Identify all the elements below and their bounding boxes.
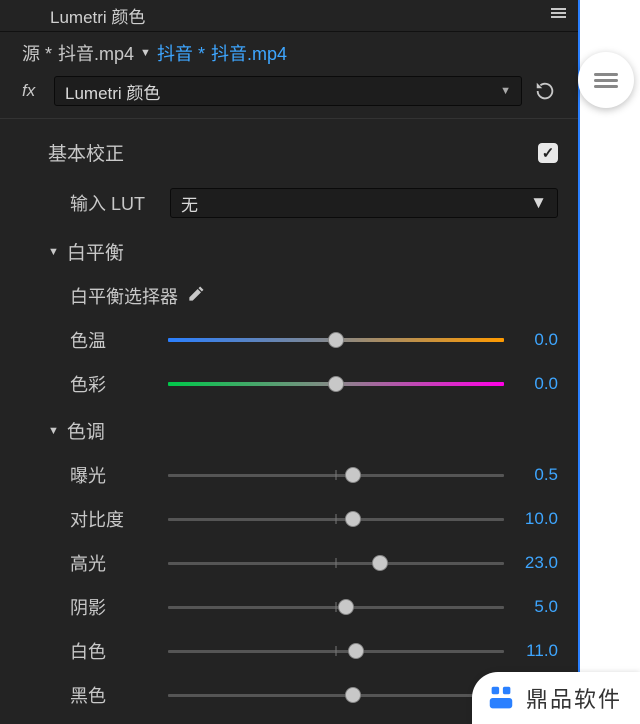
slider-knob[interactable]: [372, 555, 388, 571]
temperature-label: 色温: [70, 327, 160, 353]
highlights-label: 高光: [70, 550, 160, 576]
slider-knob[interactable]: [348, 643, 364, 659]
slider-knob[interactable]: [345, 467, 361, 483]
whites-value[interactable]: 11.0: [512, 641, 558, 661]
slider-knob[interactable]: [328, 376, 344, 392]
contrast-row: 对比度 10.0: [0, 488, 578, 532]
slider-track: [168, 562, 504, 565]
slider-track: [168, 606, 504, 609]
divider: [0, 118, 578, 119]
tint-value[interactable]: 0.0: [512, 374, 558, 394]
watermark: 鼎品软件: [472, 672, 640, 724]
effect-name: Lumetri 颜色: [65, 79, 160, 104]
lut-select[interactable]: 无 ▼: [170, 188, 558, 218]
master-prefix[interactable]: 抖音 *: [157, 40, 205, 66]
contrast-label: 对比度: [70, 506, 160, 532]
wb-picker-row: 白平衡选择器: [0, 265, 578, 309]
contrast-slider[interactable]: [168, 507, 504, 531]
chevron-down-icon: ▼: [48, 246, 59, 258]
fx-badge[interactable]: fx: [22, 81, 44, 101]
chevron-down-icon[interactable]: ▼: [140, 47, 151, 59]
slider-knob[interactable]: [328, 332, 344, 348]
whites-slider[interactable]: [168, 639, 504, 663]
shadows-row: 阴影 5.0: [0, 576, 578, 620]
slider-track: [168, 474, 504, 477]
basic-title: 基本校正: [48, 139, 124, 166]
highlights-slider[interactable]: [168, 551, 504, 575]
lut-value: 无: [181, 191, 198, 216]
wb-picker-label: 白平衡选择器: [70, 283, 178, 309]
shadows-label: 阴影: [70, 594, 160, 620]
highlights-row: 高光 23.0: [0, 532, 578, 576]
temperature-value[interactable]: 0.0: [512, 330, 558, 350]
lut-label: 输入 LUT: [70, 190, 160, 216]
reset-icon: [534, 80, 556, 102]
shadows-slider[interactable]: [168, 595, 504, 619]
source-clip-name[interactable]: 抖音.mp4: [58, 40, 134, 66]
contrast-value[interactable]: 10.0: [512, 509, 558, 529]
lut-row: 输入 LUT 无 ▼: [0, 170, 578, 218]
tone-group-header[interactable]: ▼ 色调: [0, 397, 578, 444]
temperature-row: 色温 0.0: [0, 309, 578, 353]
slider-knob[interactable]: [345, 687, 361, 703]
basic-correction-header[interactable]: 基本校正 ✓: [0, 127, 578, 170]
basic-enable-toggle[interactable]: ✓: [538, 143, 558, 163]
eyedropper-icon: [186, 284, 206, 304]
wb-title: 白平衡: [67, 238, 124, 265]
chevron-down-icon: ▼: [530, 193, 547, 213]
highlights-value[interactable]: 23.0: [512, 553, 558, 573]
exposure-value[interactable]: 0.5: [512, 465, 558, 485]
shadows-value[interactable]: 5.0: [512, 597, 558, 617]
reset-button[interactable]: [532, 78, 558, 104]
menu-icon: [594, 70, 618, 91]
blacks-label: 黑色: [70, 682, 160, 708]
panel-menu-button[interactable]: [546, 6, 566, 25]
chevron-down-icon: ▼: [500, 85, 511, 97]
temperature-slider[interactable]: [168, 328, 504, 352]
master-name[interactable]: 抖音.mp4: [211, 40, 287, 66]
slider-track: [168, 650, 504, 653]
slider-track: [168, 518, 504, 521]
exposure-row: 曝光 0.5: [0, 444, 578, 488]
floating-menu-button[interactable]: [578, 52, 634, 108]
exposure-label: 曝光: [70, 462, 160, 488]
source-row: 源 * 抖音.mp4 ▼ 抖音 * 抖音.mp4: [0, 32, 578, 76]
wb-group-header[interactable]: ▼ 白平衡: [0, 218, 578, 265]
tint-slider[interactable]: [168, 372, 504, 396]
slider-knob[interactable]: [338, 599, 354, 615]
chevron-down-icon: ▼: [48, 425, 59, 437]
watermark-text: 鼎品软件: [526, 682, 622, 714]
effect-select[interactable]: Lumetri 颜色 ▼: [54, 76, 522, 106]
watermark-logo-icon: [486, 683, 516, 713]
slider-knob[interactable]: [345, 511, 361, 527]
menu-icon: [551, 6, 566, 20]
tone-title: 色调: [67, 417, 105, 444]
whites-row: 白色 11.0: [0, 620, 578, 664]
whites-label: 白色: [70, 638, 160, 664]
tint-row: 色彩 0.0: [0, 353, 578, 397]
exposure-slider[interactable]: [168, 463, 504, 487]
source-clip-prefix: 源 *: [22, 40, 52, 66]
tint-label: 色彩: [70, 371, 160, 397]
eyedropper-button[interactable]: [186, 284, 206, 309]
effect-row: fx Lumetri 颜色 ▼: [0, 76, 578, 114]
panel-header: Lumetri 颜色: [0, 0, 578, 32]
panel-title: Lumetri 颜色: [50, 3, 546, 28]
